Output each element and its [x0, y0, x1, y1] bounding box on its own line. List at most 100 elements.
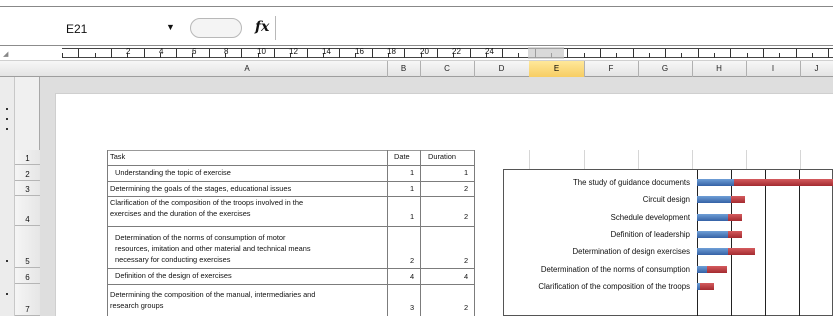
task-cell-line[interactable]: Determination of the norms of consumptio… [115, 233, 285, 243]
date-cell[interactable]: 2 [410, 256, 414, 266]
ruler-number: 14 [322, 47, 331, 56]
date-cell[interactable]: 1 [410, 168, 414, 178]
ruler-tick [796, 49, 797, 58]
chart-bar-red[interactable] [728, 248, 755, 255]
date-cell[interactable]: 1 [410, 212, 414, 222]
ruler-tick [633, 49, 634, 58]
task-cell-line[interactable]: necessary for conducting exercises [115, 255, 230, 265]
ruler-tick [812, 53, 813, 58]
chart-bar-red[interactable] [734, 179, 833, 186]
chart-bar-red[interactable] [707, 266, 727, 273]
row-header-2[interactable]: 2 [15, 165, 40, 181]
table-border [107, 165, 474, 166]
column-header-j[interactable]: J [800, 61, 833, 77]
task-cell[interactable]: Determining the goals of the stages, edu… [110, 184, 291, 194]
column-header-h[interactable]: H [692, 61, 747, 77]
insert-function-icon[interactable]: fx [255, 19, 269, 35]
header-duration[interactable]: Duration [428, 152, 456, 162]
column-header-d[interactable]: D [474, 61, 530, 77]
task-cell[interactable]: Definition of the design of exercises [115, 271, 232, 281]
ruler-tick [681, 53, 682, 58]
chart-bar-red[interactable] [728, 214, 742, 221]
table-border [107, 268, 474, 269]
ruler-number: 16 [355, 47, 364, 56]
table-border [107, 150, 108, 316]
ruler-tick [339, 49, 340, 58]
chart-bar-blue[interactable] [697, 231, 728, 238]
row-header-6[interactable]: 6 [15, 268, 40, 284]
ruler-tick [111, 49, 112, 58]
header-date[interactable]: Date [394, 152, 410, 162]
chart-bar-blue[interactable] [697, 214, 728, 221]
column-header-e[interactable]: E [529, 61, 585, 77]
ruler-tick [747, 53, 748, 58]
gantt-chart[interactable] [503, 169, 833, 316]
ruler-tick [649, 53, 650, 58]
ruler-tick [437, 49, 438, 58]
formula-input[interactable] [275, 16, 833, 40]
chart-bar-blue[interactable] [697, 248, 728, 255]
duration-cell[interactable]: 2 [464, 303, 468, 313]
left-ruler [0, 77, 15, 316]
chart-bar-blue[interactable] [697, 179, 734, 186]
ruler-tick [616, 53, 617, 58]
ruler-number: 12 [289, 47, 298, 56]
chart-gridline [799, 170, 800, 316]
task-cell-line[interactable]: research groups [110, 301, 163, 311]
column-header-c[interactable]: C [420, 61, 475, 77]
ruler-tick [665, 49, 666, 58]
column-header-i[interactable]: I [746, 61, 801, 77]
name-box-dropdown-icon[interactable]: ▼ [166, 22, 175, 32]
column-header-b[interactable]: B [387, 61, 421, 77]
ruler-tick [241, 49, 242, 58]
duration-cell[interactable]: 2 [464, 256, 468, 266]
header-task[interactable]: Task [110, 152, 125, 162]
ruler-number: 24 [485, 47, 494, 56]
row-header-5[interactable]: 5 [15, 226, 40, 268]
row-header-7[interactable]: 7 [15, 284, 40, 316]
name-box[interactable]: E21 [62, 20, 180, 38]
chart-bar-red[interactable] [731, 196, 745, 203]
chart-gridline [765, 170, 766, 316]
duration-cell[interactable]: 2 [464, 184, 468, 194]
ruler-number: 18 [387, 47, 396, 56]
chart-bar-red[interactable] [728, 231, 742, 238]
chart-bar-blue[interactable] [697, 196, 731, 203]
column-header-f[interactable]: F [584, 61, 639, 77]
duration-cell[interactable]: 2 [464, 212, 468, 222]
table-border [387, 150, 388, 316]
task-cell-line[interactable]: Determining the composition of the manua… [110, 290, 315, 300]
gridline [584, 150, 585, 169]
column-header-g[interactable]: G [638, 61, 693, 77]
ruler-tick [828, 49, 829, 58]
duration-cell[interactable]: 4 [464, 272, 468, 282]
chart-bar-red[interactable] [700, 283, 714, 290]
task-cell-line[interactable]: exercises and the duration of the exerci… [110, 209, 251, 219]
page-gap [40, 77, 833, 93]
chart-gridline [697, 170, 698, 316]
date-cell[interactable]: 4 [410, 272, 414, 282]
date-cell[interactable]: 3 [410, 303, 414, 313]
ruler-tick [567, 49, 568, 58]
ruler-mark [6, 118, 8, 120]
ruler-number: 10 [257, 47, 266, 56]
task-cell[interactable]: Understanding the topic of exercise [115, 168, 231, 178]
gridline [800, 150, 801, 169]
ruler-tick [714, 53, 715, 58]
task-cell-line[interactable]: resources, imitation and other material … [115, 244, 311, 254]
table-border [107, 181, 474, 182]
row-header-4[interactable]: 4 [15, 196, 40, 226]
row-header-3[interactable]: 3 [15, 181, 40, 196]
row-header-1[interactable]: 1 [15, 150, 40, 165]
table-border [107, 284, 474, 285]
column-header-a[interactable]: A [107, 61, 388, 77]
ruler-number: 20 [420, 47, 429, 56]
task-cell-line[interactable]: Clarification of the composition of the … [110, 198, 303, 208]
date-cell[interactable]: 1 [410, 184, 414, 194]
chart-category-label: Clarification of the composition of the … [538, 282, 690, 291]
duration-cell[interactable]: 1 [464, 168, 468, 178]
chart-bar-blue[interactable] [697, 266, 707, 273]
ruler-tick [274, 49, 275, 58]
formula-resize-handle[interactable] [190, 18, 242, 38]
ruler-tick [372, 49, 373, 58]
